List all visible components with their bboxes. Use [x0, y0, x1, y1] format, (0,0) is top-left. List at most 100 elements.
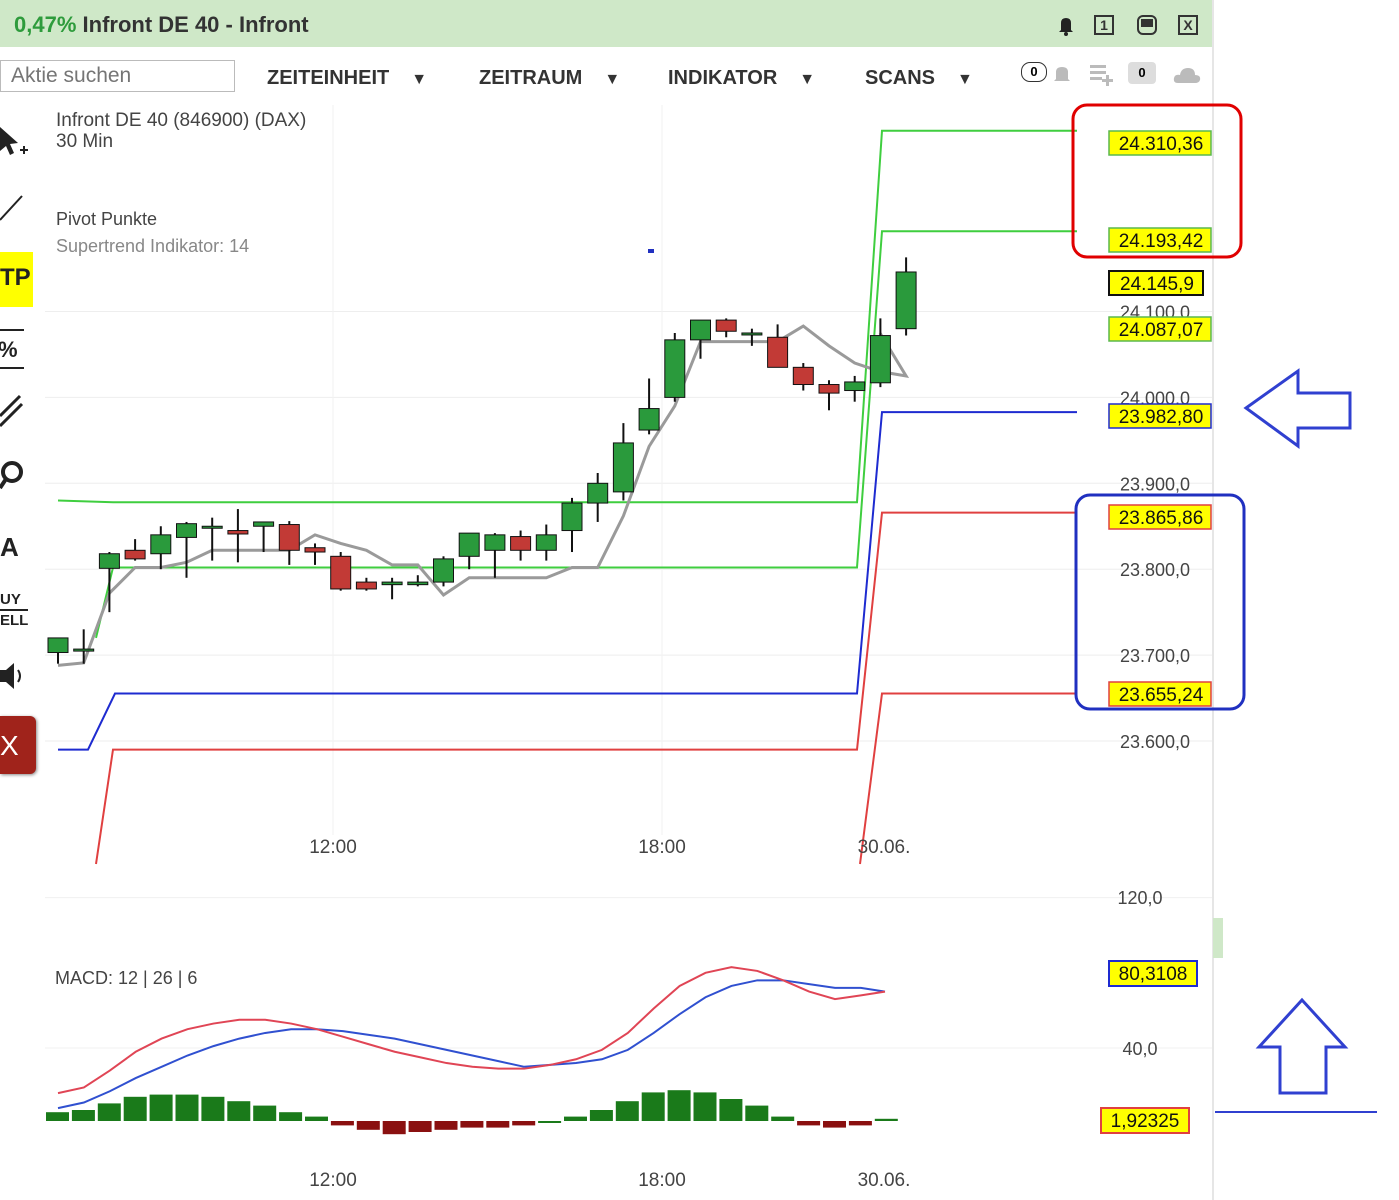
- pivot-r1-line: [96, 231, 1077, 638]
- menu-label: ZEITRAUM: [479, 67, 582, 89]
- menu-scans[interactable]: SCANS▼: [865, 67, 973, 90]
- price-tag-label: 24.193,42: [1119, 231, 1204, 252]
- candle-body: [305, 548, 325, 552]
- value-tag-label: 80,3108: [1119, 964, 1188, 985]
- histogram-bar: [849, 1121, 872, 1125]
- supertrend-line: [58, 326, 906, 665]
- menu-label: SCANS: [865, 67, 935, 89]
- buy-sell-tool[interactable]: UY ELL: [0, 590, 28, 630]
- x-tick-label: 30.06.: [858, 837, 911, 858]
- candle-body: [691, 320, 711, 340]
- candle-body: [254, 522, 274, 526]
- candle-body: [408, 582, 428, 585]
- detach-button[interactable]: 1: [1094, 15, 1114, 35]
- cursor-icon[interactable]: [0, 125, 30, 163]
- candle-body: [279, 525, 299, 551]
- histogram-bar: [176, 1095, 199, 1121]
- candle-body: [511, 537, 531, 551]
- toolbar: ZEITEINHEIT▼ ZEITRAUM▼ INDIKATOR▼ SCANS▼…: [0, 47, 1213, 105]
- value-tag: [1109, 961, 1197, 986]
- y-tick-label: 23.600,0: [1120, 732, 1190, 752]
- histogram-bar: [72, 1110, 95, 1121]
- y-tick-label: 24.100,0: [1120, 303, 1190, 323]
- x-tick-label: 18:00: [638, 1170, 686, 1191]
- trend-line-icon[interactable]: [0, 194, 24, 222]
- price-tag: [1109, 317, 1211, 341]
- price-tag-label: 23.982,80: [1119, 407, 1204, 428]
- text-tool[interactable]: A: [0, 532, 19, 563]
- price-chart[interactable]: 23.600,023.700,023.800,023.900,024.000,0…: [0, 0, 1399, 1200]
- macd-label: MACD: 12 | 26 | 6: [55, 968, 197, 989]
- histogram-bar: [564, 1117, 587, 1121]
- price-tag: [1109, 505, 1211, 529]
- price-tag-label: 24.087,07: [1119, 320, 1204, 341]
- candle-body: [742, 333, 762, 335]
- candle-body: [768, 337, 788, 367]
- arrow-left-icon: [1246, 371, 1350, 446]
- chevron-down-icon: ▼: [411, 71, 427, 88]
- histogram-bar: [642, 1092, 665, 1121]
- menu-zeitraum[interactable]: ZEITRAUM ▼: [479, 67, 620, 90]
- parallel-lines-icon[interactable]: [0, 392, 24, 428]
- menu-zeiteinheit[interactable]: ZEITEINHEIT▼: [267, 67, 427, 90]
- alert-count-badge: 0: [1021, 62, 1047, 82]
- speaker-icon[interactable]: [0, 660, 28, 692]
- percent-label: %: [0, 337, 18, 363]
- candle-body: [870, 336, 890, 383]
- candle-body: [382, 582, 402, 585]
- candle-body: [459, 533, 479, 556]
- candle-body: [99, 554, 119, 569]
- candle-body: [177, 524, 197, 538]
- candle-body: [716, 320, 736, 331]
- histogram-bar: [745, 1106, 768, 1121]
- minimize-icon[interactable]: [1137, 15, 1157, 35]
- histogram-bar: [227, 1101, 250, 1121]
- scrollbar-thumb[interactable]: [1213, 918, 1223, 958]
- highlight-box-red: [1073, 105, 1241, 257]
- histogram-bar: [460, 1121, 483, 1128]
- histogram-bar: [383, 1121, 406, 1134]
- price-tag-label: 24.310,36: [1119, 134, 1204, 155]
- pivot-s1-line: [96, 513, 1077, 864]
- candle-body: [665, 340, 685, 398]
- menu-label: INDIKATOR: [668, 67, 777, 89]
- candle-body: [793, 367, 813, 384]
- histogram-bar: [616, 1101, 639, 1121]
- chevron-down-icon: ▼: [604, 71, 620, 88]
- candle-body: [151, 535, 171, 554]
- price-tag: [1109, 228, 1211, 252]
- title-bar: 0,47% Infront DE 40 - Infront 1 X: [0, 0, 1213, 47]
- arrow-up-icon: [1259, 1000, 1345, 1093]
- bell-icon[interactable]: [1050, 63, 1074, 87]
- close-button[interactable]: X: [1178, 15, 1198, 35]
- histogram-bar: [279, 1112, 302, 1121]
- histogram-bar: [719, 1099, 742, 1121]
- candle-body: [639, 409, 659, 430]
- candle-body: [434, 559, 454, 582]
- alert-bell-icon[interactable]: [1053, 14, 1077, 38]
- candle-body: [613, 443, 633, 492]
- percent-tool[interactable]: %: [0, 329, 24, 369]
- menu-indikator[interactable]: INDIKATOR▼: [668, 67, 815, 90]
- y-tick-label: 120,0: [1117, 888, 1162, 908]
- histogram-bar: [875, 1119, 898, 1121]
- candle-body: [228, 531, 248, 534]
- candle-body: [48, 638, 68, 653]
- tp-tool[interactable]: TP: [0, 252, 33, 307]
- pivot-r2-line: [58, 131, 1077, 502]
- tp-label: TP: [0, 264, 31, 292]
- x-tick-label: 30.06.: [858, 1170, 911, 1191]
- histogram-bar: [694, 1092, 717, 1121]
- delete-tool[interactable]: X: [0, 716, 36, 774]
- y-tick-label: 23.900,0: [1120, 474, 1190, 494]
- histogram-bar: [668, 1090, 691, 1121]
- cloud-icon[interactable]: [1172, 65, 1202, 87]
- highlight-box-blue: [1076, 495, 1244, 709]
- add-list-icon[interactable]: [1088, 62, 1116, 88]
- price-tag-label: 23.865,86: [1119, 508, 1204, 529]
- cart-count-badge: 0: [1128, 62, 1156, 84]
- candle-body: [125, 550, 145, 559]
- price-tag: [1109, 271, 1203, 295]
- zoom-icon[interactable]: [0, 458, 26, 492]
- search-input[interactable]: [0, 60, 235, 92]
